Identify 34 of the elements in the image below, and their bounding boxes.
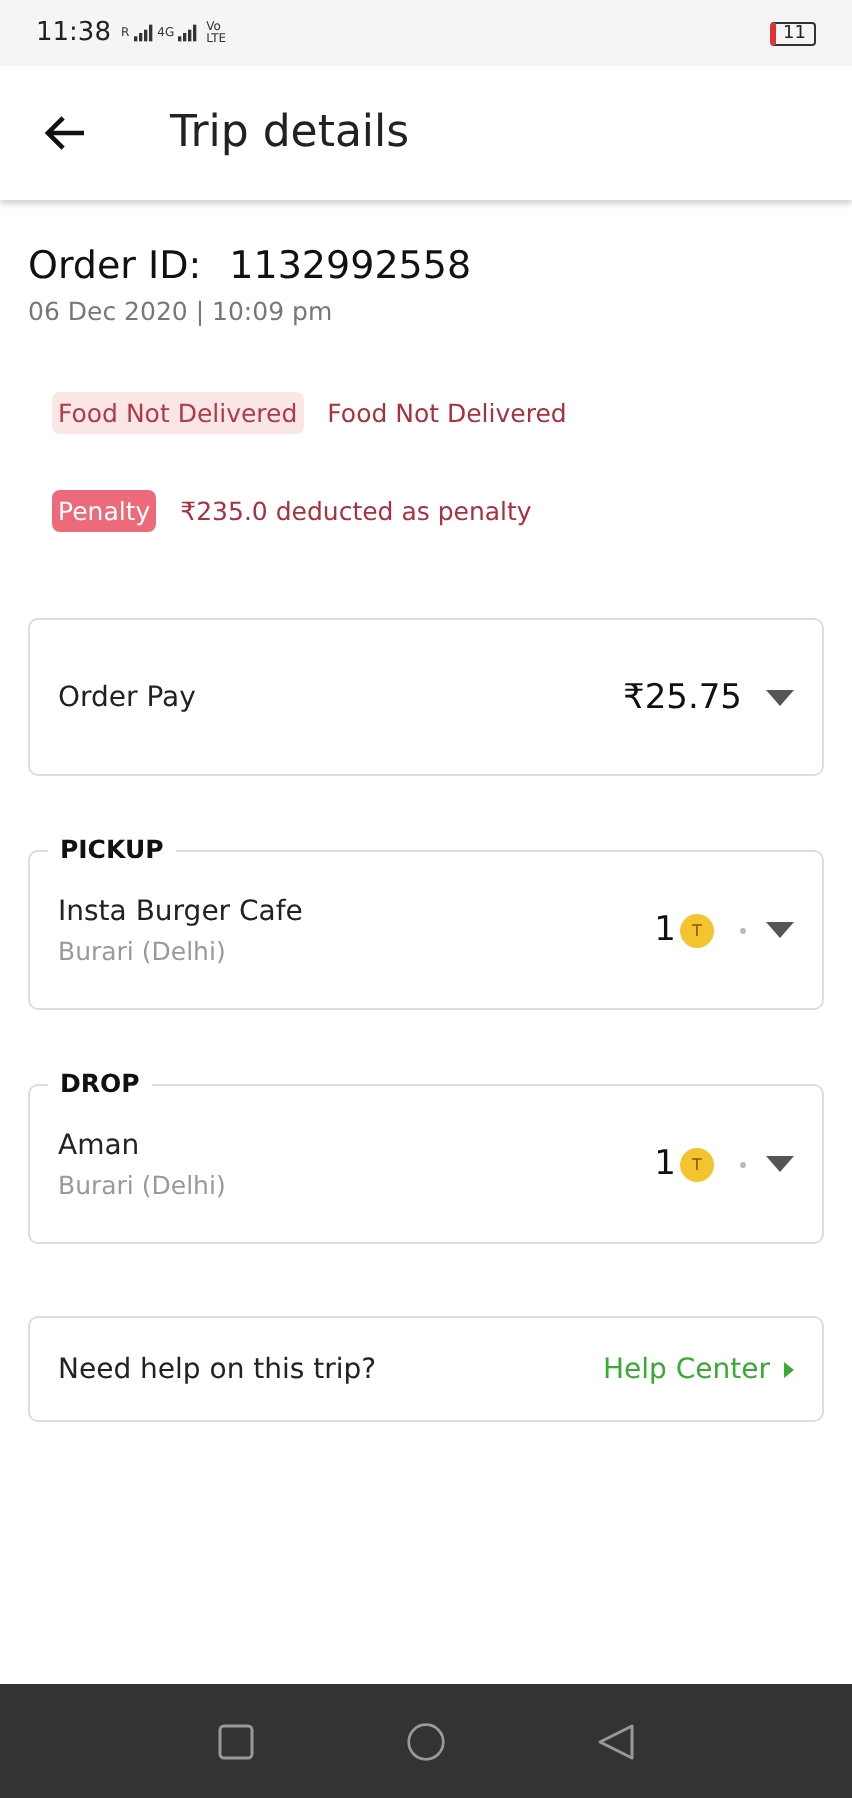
stop-name: Insta Burger Cafe [58,895,305,927]
help-question: Need help on this trip? [58,1353,379,1385]
coin-badge: T [680,913,714,947]
signal-icon [133,24,154,42]
home-icon[interactable] [405,1721,446,1761]
stop-name: Aman [58,1129,142,1161]
item-count: 1 [654,910,676,950]
back-arrow-icon[interactable] [44,114,86,152]
coin-badge: T [680,1147,714,1181]
caret-icon[interactable] [766,689,794,705]
recents-icon[interactable] [215,1721,256,1761]
order-pay-label: Order Pay [58,681,198,713]
status-text: Food Not Delivered [327,398,567,428]
stop-area: Burari (Delhi) [58,935,655,965]
caret-right-icon [784,1361,794,1377]
caret-icon[interactable] [766,1156,794,1172]
dot-icon [740,1161,746,1167]
dot-icon [740,927,746,933]
page-title: Trip details [170,108,410,158]
item-count: 1 [654,1144,676,1184]
battery-indicator: 11 [769,21,816,45]
status-time: 11:38 [36,18,111,48]
status-tag: Food Not Delivered [52,392,304,434]
back-icon[interactable] [596,1721,637,1761]
order-pay-amount: ₹25.75 [623,677,742,717]
order-id: 1132992558 [229,244,472,288]
stop-area: Burari (Delhi) [58,1169,655,1199]
order-datetime: 06 Dec 2020 | 10:09 pm [28,296,335,326]
signal-icon [178,24,199,42]
order-id-label: Order ID: [28,244,202,288]
caret-icon[interactable] [766,922,794,938]
penalty-tag: Penalty [52,490,157,532]
order-pay-card[interactable]: Order Pay ₹25.75 [28,618,824,776]
penalty-text: ₹235.0 deducted as penalty [180,496,532,526]
